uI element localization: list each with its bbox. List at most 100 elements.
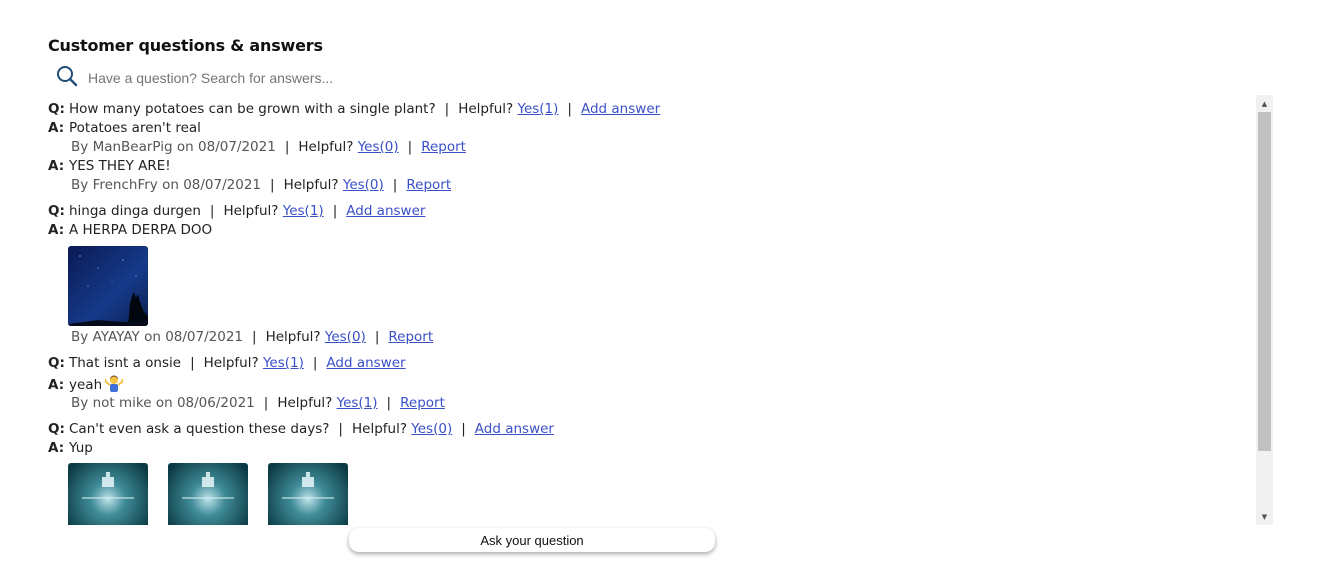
helpful-yes-link[interactable]: Yes(0) bbox=[325, 329, 366, 345]
by-label: By bbox=[71, 395, 89, 411]
helpful-label: Helpful? bbox=[277, 395, 333, 411]
answer-author: ManBearPig bbox=[92, 139, 173, 155]
helpful-yes-link[interactable]: Yes(0) bbox=[358, 139, 399, 155]
on-label: on bbox=[155, 395, 173, 411]
separator: | bbox=[338, 421, 343, 437]
add-answer-link[interactable]: Add answer bbox=[581, 101, 660, 117]
helpful-label: Helpful? bbox=[223, 203, 279, 219]
answer-photos bbox=[48, 246, 1248, 326]
helpful-label: Helpful? bbox=[351, 421, 407, 437]
helpful-yes-link[interactable]: Yes(1) bbox=[263, 355, 304, 371]
question-row: Q: How many potatoes can be grown with a … bbox=[48, 100, 1248, 119]
separator: | bbox=[386, 395, 392, 411]
question-row: Q: Can't even ask a question these days? |… bbox=[48, 420, 1248, 439]
answer-text: YES THEY ARE! bbox=[69, 158, 171, 174]
answer-photo-thumbnail[interactable] bbox=[168, 463, 248, 525]
report-link[interactable]: Report bbox=[388, 329, 433, 345]
question-tag: Q: bbox=[48, 355, 65, 371]
scrollbar-thumb[interactable] bbox=[1258, 112, 1271, 451]
by-label: By bbox=[71, 329, 89, 345]
question-tag: Q: bbox=[48, 421, 65, 437]
add-answer-link[interactable]: Add answer bbox=[326, 355, 405, 371]
answer-text: A HERPA DERPA DOO bbox=[69, 222, 213, 238]
by-label: By bbox=[71, 139, 89, 155]
answer-meta: By not mike on 08/06/2021 | Helpful? Yes(1… bbox=[48, 394, 1248, 413]
answer-tag: A: bbox=[48, 222, 65, 238]
answer-photo-thumbnail[interactable] bbox=[68, 463, 148, 525]
answer-row: A: Yup bbox=[48, 439, 1248, 458]
report-link[interactable]: Report bbox=[400, 395, 445, 411]
separator: | bbox=[461, 421, 466, 437]
answer-photo-thumbnail[interactable] bbox=[268, 463, 348, 525]
on-label: on bbox=[176, 139, 194, 155]
qa-list-content: Q: How many potatoes can be grown with a … bbox=[48, 100, 1248, 525]
answer-row: A: yeah bbox=[48, 375, 1248, 394]
helpful-yes-link[interactable]: Yes(0) bbox=[411, 421, 452, 437]
answer-row: A: A HERPA DERPA DOO bbox=[48, 221, 1248, 240]
answer-date: 08/07/2021 bbox=[198, 139, 276, 155]
separator: | bbox=[284, 139, 290, 155]
separator: | bbox=[407, 139, 413, 155]
answer-author: AYAYAY bbox=[92, 329, 140, 345]
by-label: By bbox=[71, 177, 89, 193]
question-text: Can't even ask a question these days? bbox=[69, 421, 330, 437]
section-title: Customer questions & answers bbox=[48, 36, 323, 55]
helpful-yes-link[interactable]: Yes(1) bbox=[518, 101, 559, 117]
answer-text: Yup bbox=[69, 440, 93, 456]
separator: | bbox=[332, 203, 338, 219]
separator: | bbox=[312, 355, 318, 371]
separator: | bbox=[374, 329, 380, 345]
answer-photo-thumbnail[interactable] bbox=[68, 246, 148, 326]
scroll-up-arrow-icon[interactable]: ▲ bbox=[1256, 95, 1273, 112]
separator: | bbox=[444, 101, 450, 117]
report-link[interactable]: Report bbox=[421, 139, 466, 155]
add-answer-link[interactable]: Add answer bbox=[475, 421, 554, 437]
on-label: on bbox=[144, 329, 161, 345]
question-text: That isnt a onsie bbox=[69, 355, 182, 371]
ask-question-button[interactable]: Ask your question bbox=[349, 528, 715, 552]
answer-meta: By AYAYAY on 08/07/2021 | Helpful? Yes(0) |… bbox=[48, 328, 1248, 347]
search-icon[interactable] bbox=[56, 65, 88, 91]
helpful-yes-link[interactable]: Yes(1) bbox=[337, 395, 378, 411]
answer-tag: A: bbox=[48, 440, 65, 456]
answer-date: 08/06/2021 bbox=[176, 395, 255, 411]
helpful-yes-link[interactable]: Yes(1) bbox=[283, 203, 324, 219]
separator: | bbox=[209, 203, 215, 219]
answer-tag: A: bbox=[48, 120, 65, 136]
answer-photos bbox=[48, 463, 1248, 525]
separator: | bbox=[270, 177, 275, 193]
report-link[interactable]: Report bbox=[406, 177, 451, 193]
search-input[interactable] bbox=[88, 70, 528, 86]
search-bar bbox=[56, 66, 556, 90]
qa-scrollbar[interactable]: ▲ ▼ bbox=[1256, 95, 1273, 525]
answer-tag: A: bbox=[48, 158, 65, 174]
question-tag: Q: bbox=[48, 101, 65, 117]
on-label: on bbox=[162, 177, 179, 193]
separator: | bbox=[392, 177, 398, 193]
add-answer-link[interactable]: Add answer bbox=[346, 203, 425, 219]
answer-meta: By FrenchFry on 08/07/2021 | Helpful? Yes(… bbox=[48, 176, 1248, 195]
question-row: Q: hinga dinga durgen | Helpful? Yes(1) | Add… bbox=[48, 202, 1248, 221]
separator: | bbox=[263, 395, 269, 411]
question-tag: Q: bbox=[48, 203, 65, 219]
answer-date: 08/07/2021 bbox=[165, 329, 244, 345]
question-row: Q: That isnt a onsie | Helpful? Yes(1) | Add … bbox=[48, 354, 1248, 373]
helpful-label: Helpful? bbox=[298, 139, 354, 155]
separator: | bbox=[190, 355, 195, 371]
question-text: hinga dinga durgen bbox=[69, 203, 201, 219]
helpful-label: Helpful? bbox=[203, 355, 259, 371]
answer-meta: By ManBearPig on 08/07/2021 | Helpful? Yes… bbox=[48, 138, 1248, 157]
answer-author: FrenchFry bbox=[92, 177, 158, 193]
helpful-yes-link[interactable]: Yes(0) bbox=[343, 177, 384, 193]
answer-text: Potatoes aren't real bbox=[69, 120, 201, 136]
separator: | bbox=[252, 329, 257, 345]
helpful-label: Helpful? bbox=[458, 101, 514, 117]
answer-author: not mike bbox=[92, 395, 152, 411]
question-text: How many potatoes can be grown with a si… bbox=[69, 101, 436, 117]
answer-date: 08/07/2021 bbox=[183, 177, 261, 193]
scroll-down-arrow-icon[interactable]: ▼ bbox=[1256, 508, 1273, 525]
answer-row: A: Potatoes aren't real bbox=[48, 119, 1248, 138]
answer-text: yeah bbox=[69, 377, 103, 393]
qa-list[interactable]: Q: How many potatoes can be grown with a … bbox=[40, 95, 1272, 525]
answer-tag: A: bbox=[48, 377, 65, 393]
